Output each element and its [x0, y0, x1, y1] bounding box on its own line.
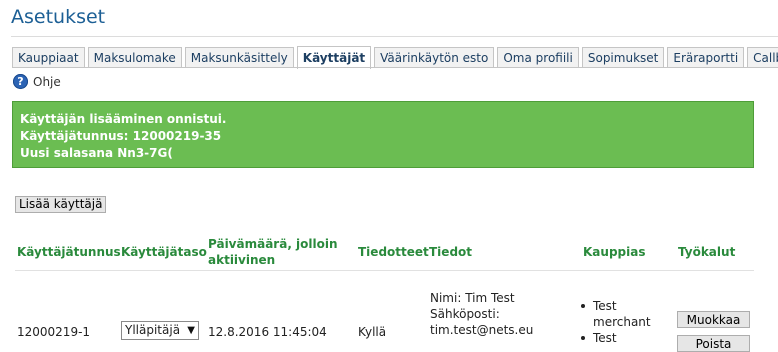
tab-maksunkasittely[interactable]: Maksunkäsittely [184, 47, 294, 68]
bullet-icon [581, 336, 585, 340]
tab-vaarinkayton-esto[interactable]: Väärinkäytön esto [374, 47, 495, 68]
column-header-bulletins: Tiedotteet [358, 245, 429, 259]
merchant-name-line1: Test [593, 299, 617, 313]
column-header-level: Käyttäjätaso [121, 245, 207, 259]
column-header-active-date-line1: Päivämäärä, jolloin [208, 237, 338, 251]
help-link[interactable]: ? Ohje [13, 74, 61, 89]
tab-bar: Kauppiaat Maksulomake Maksunkäsittely Kä… [12, 46, 778, 69]
tab-bar-divider [12, 67, 778, 68]
table-header-divider [15, 270, 754, 271]
column-header-tools: Työkalut [678, 245, 736, 259]
tab-oma-profiili[interactable]: Oma profiili [497, 47, 579, 68]
row-info-email: tim.test@nets.eu [430, 323, 534, 337]
column-header-username: Käyttäjätunnus [17, 245, 121, 259]
edit-user-button[interactable]: Muokkaa [677, 311, 750, 328]
notice-password: Uusi salasana Nn3-7G( [20, 146, 173, 160]
success-notice: Käyttäjän lisääminen onnistui. Käyttäjät… [12, 101, 754, 168]
tab-maksulomake[interactable]: Maksulomake [87, 47, 182, 68]
row-info-name: Nimi: Tim Test [430, 291, 515, 305]
column-header-active-date: Päivämäärä, jolloin aktiivinen [208, 236, 338, 268]
merchant-list: Test merchant Test [578, 298, 668, 346]
tab-sopimukset[interactable]: Sopimukset [581, 47, 665, 68]
column-header-active-date-line2: aktiivinen [208, 253, 276, 267]
notice-message: Käyttäjän lisääminen onnistui. [20, 112, 227, 126]
column-header-info: Tiedot [429, 245, 473, 259]
row-info: Nimi: Tim Test Sähköposti: tim.test@nets… [430, 290, 533, 338]
tab-callback[interactable]: Callback [747, 47, 778, 68]
tab-kauppiaat[interactable]: Kauppiaat [12, 47, 85, 68]
help-icon: ? [13, 74, 28, 89]
row-bulletins: Kyllä [358, 325, 387, 339]
merchant-name-line2: merchant [593, 315, 651, 329]
tab-kayttajat[interactable]: Käyttäjät [296, 46, 372, 69]
merchant-list-item: Test merchant [578, 298, 668, 330]
add-user-button[interactable]: Lisää käyttäjä [15, 196, 107, 213]
row-username: 12000219-1 [17, 325, 91, 339]
notice-username: Käyttäjätunnus: 12000219-35 [20, 129, 222, 143]
tab-eraraportti[interactable]: Eräraportti [667, 47, 745, 68]
help-label: Ohje [33, 74, 61, 89]
user-level-select[interactable]: Ylläpitäjä ▼ [121, 321, 199, 340]
title-divider [11, 36, 778, 37]
row-active-date: 12.8.2016 11:45:04 [208, 325, 327, 339]
row-info-email-label: Sähköposti: [430, 307, 500, 321]
user-level-value: Ylläpitäjä [125, 323, 181, 337]
page-title: Asetukset [11, 6, 106, 28]
dropdown-arrow-icon: ▼ [187, 325, 195, 336]
bullet-icon [581, 304, 585, 308]
column-header-merchant: Kauppias [583, 245, 646, 259]
